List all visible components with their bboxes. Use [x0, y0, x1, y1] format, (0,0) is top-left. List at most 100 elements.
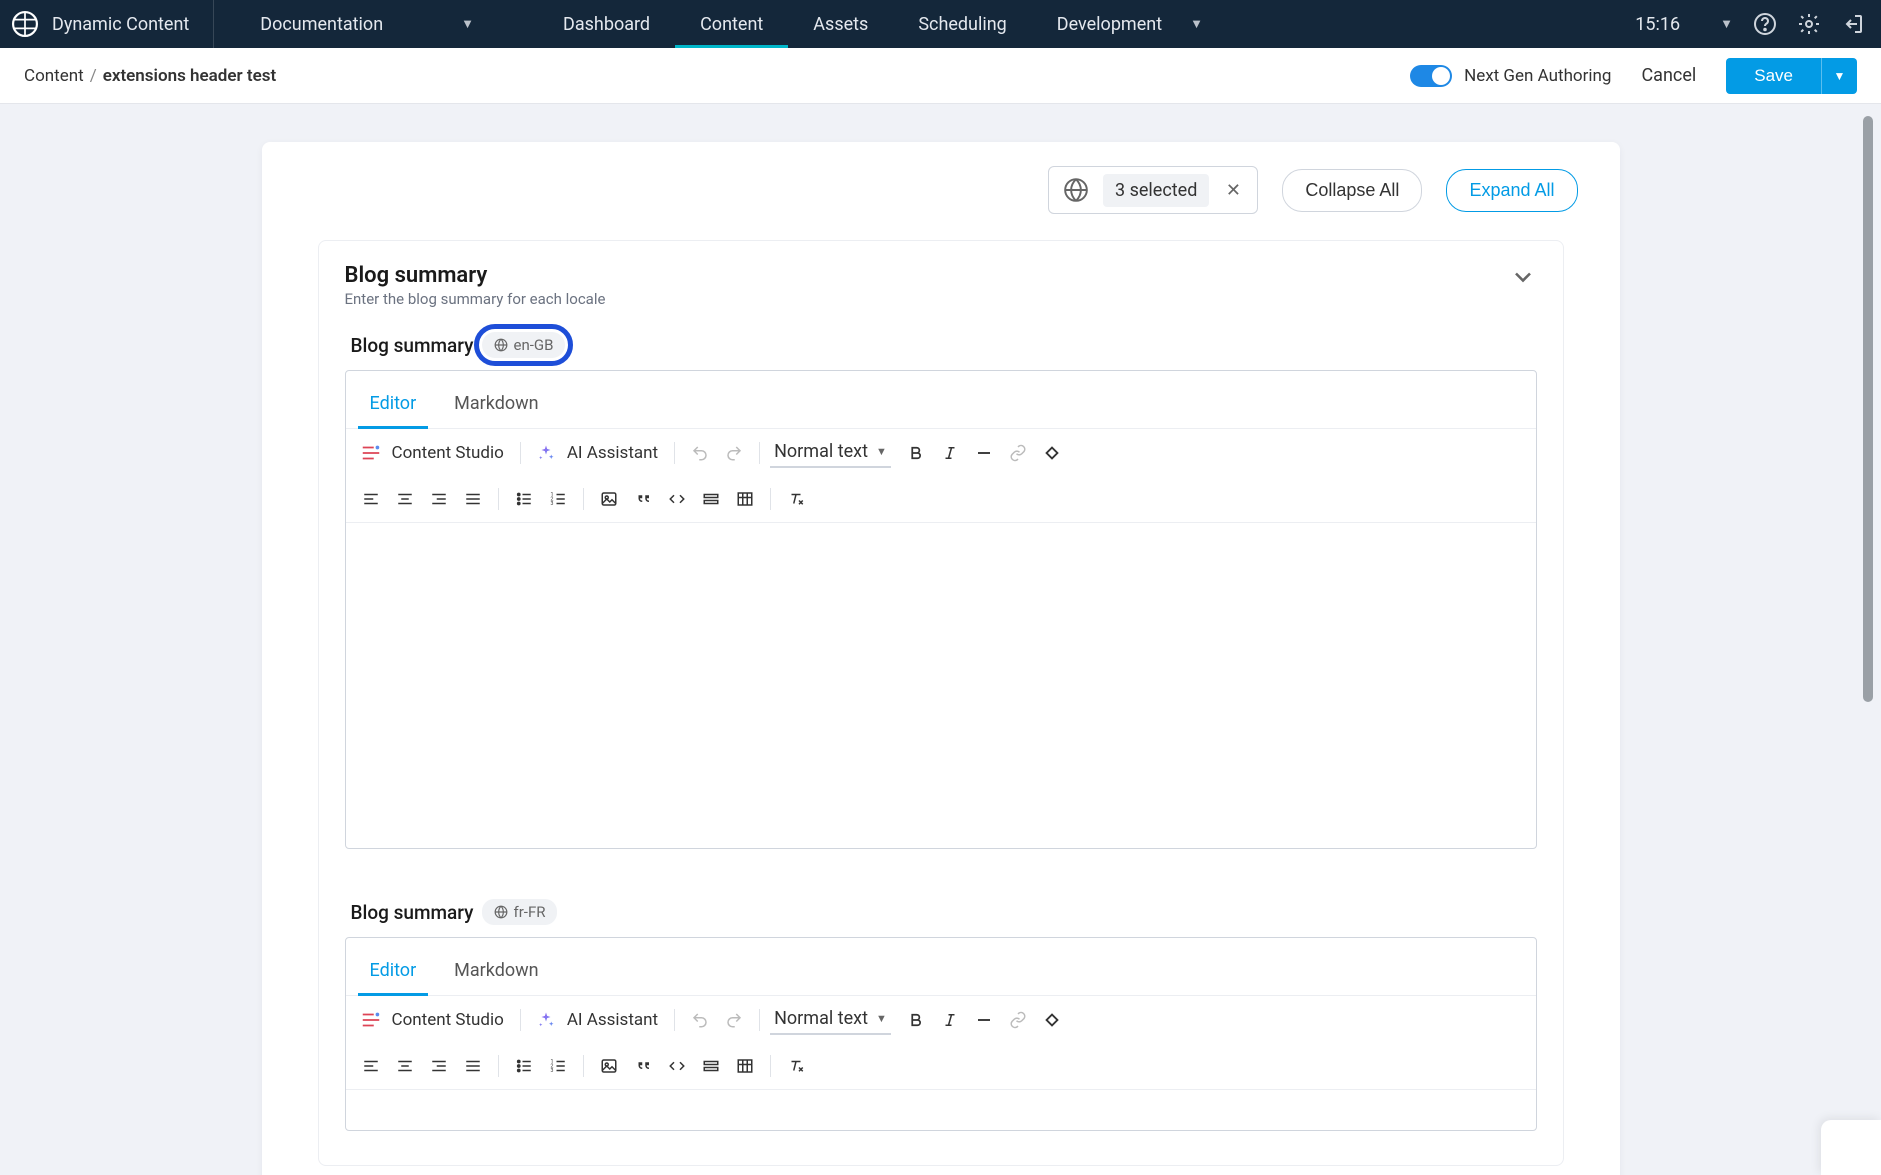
- development-label: Development: [1057, 14, 1162, 35]
- hr-icon[interactable]: [969, 438, 999, 468]
- chevron-down-icon: ▼: [1190, 16, 1203, 32]
- tab-development[interactable]: Development ▼: [1032, 0, 1228, 48]
- tab-markdown[interactable]: Markdown: [448, 379, 544, 428]
- italic-icon[interactable]: [935, 438, 965, 468]
- selected-count-chip: 3 selected: [1103, 174, 1209, 207]
- tab-editor[interactable]: Editor: [364, 379, 423, 428]
- clear-format-icon[interactable]: [781, 484, 811, 514]
- ai-sparkle-icon[interactable]: [531, 438, 561, 468]
- code-icon[interactable]: [662, 484, 692, 514]
- align-right-icon[interactable]: [424, 1051, 454, 1081]
- redo-icon[interactable]: [719, 438, 749, 468]
- numbered-list-icon[interactable]: 123: [543, 484, 573, 514]
- align-justify-icon[interactable]: [458, 484, 488, 514]
- project-label: Documentation: [260, 14, 383, 35]
- undo-icon[interactable]: [685, 438, 715, 468]
- codeblock-icon[interactable]: [696, 1051, 726, 1081]
- cancel-button[interactable]: Cancel: [1641, 65, 1696, 86]
- hr-icon[interactable]: [969, 1005, 999, 1035]
- align-justify-icon[interactable]: [458, 1051, 488, 1081]
- section-collapse-icon[interactable]: [1509, 263, 1537, 291]
- bullet-list-icon[interactable]: [509, 484, 539, 514]
- link-icon[interactable]: [1003, 1005, 1033, 1035]
- format-label: Normal text: [774, 1008, 868, 1029]
- breadcrumb-root[interactable]: Content: [24, 66, 84, 86]
- bullet-list-icon[interactable]: [509, 1051, 539, 1081]
- align-center-icon[interactable]: [390, 484, 420, 514]
- divider: [759, 442, 760, 464]
- ai-assistant-button[interactable]: AI Assistant: [567, 1010, 658, 1030]
- divider: [759, 1009, 760, 1031]
- content-studio-button[interactable]: Content Studio: [392, 1010, 504, 1030]
- field-blog-summary-en-gb: Blog summary en-GB Editor Markdown: [345, 332, 1537, 849]
- clock-widget[interactable]: 15:16 ▼: [1635, 14, 1733, 35]
- content-studio-button[interactable]: Content Studio: [392, 443, 504, 463]
- quote-icon[interactable]: [628, 484, 658, 514]
- locale-chip-fr-fr[interactable]: fr-FR: [482, 899, 558, 925]
- table-icon[interactable]: [730, 484, 760, 514]
- chevron-down-icon: ▼: [876, 1012, 887, 1025]
- align-center-icon[interactable]: [390, 1051, 420, 1081]
- anchor-icon[interactable]: [1037, 438, 1067, 468]
- align-left-icon[interactable]: [356, 484, 386, 514]
- nav-right: 15:16 ▼: [1635, 12, 1881, 36]
- ai-assistant-button[interactable]: AI Assistant: [567, 443, 658, 463]
- section-title: Blog summary: [345, 263, 606, 288]
- clear-selection-icon[interactable]: ✕: [1223, 180, 1243, 200]
- clear-format-icon[interactable]: [781, 1051, 811, 1081]
- image-icon[interactable]: [594, 484, 624, 514]
- tab-scheduling[interactable]: Scheduling: [893, 0, 1031, 48]
- locale-selector[interactable]: 3 selected ✕: [1048, 166, 1258, 214]
- expand-all-button[interactable]: Expand All: [1446, 169, 1577, 212]
- field-label: Blog summary: [351, 901, 474, 924]
- undo-icon[interactable]: [685, 1005, 715, 1035]
- breadcrumb-separator: /: [90, 66, 97, 86]
- tab-dashboard[interactable]: Dashboard: [538, 0, 675, 48]
- editor-toolbar: Content Studio AI Assistant Normal text …: [346, 429, 1536, 523]
- project-selector[interactable]: Documentation ▼: [236, 0, 498, 48]
- divider: [498, 488, 499, 510]
- quote-icon[interactable]: [628, 1051, 658, 1081]
- content-studio-icon[interactable]: [356, 1005, 386, 1035]
- help-icon[interactable]: [1753, 12, 1777, 36]
- save-button[interactable]: Save: [1726, 58, 1821, 94]
- table-icon[interactable]: [730, 1051, 760, 1081]
- redo-icon[interactable]: [719, 1005, 749, 1035]
- align-left-icon[interactable]: [356, 1051, 386, 1081]
- divider: [674, 442, 675, 464]
- italic-icon[interactable]: [935, 1005, 965, 1035]
- code-icon[interactable]: [662, 1051, 692, 1081]
- content-studio-icon[interactable]: [356, 438, 386, 468]
- text-format-select[interactable]: Normal text ▼: [770, 1004, 891, 1035]
- brand-name: Dynamic Content: [52, 14, 189, 35]
- logout-icon[interactable]: [1841, 12, 1865, 36]
- gear-icon[interactable]: [1797, 12, 1821, 36]
- anchor-icon[interactable]: [1037, 1005, 1067, 1035]
- codeblock-icon[interactable]: [696, 484, 726, 514]
- divider: [583, 1055, 584, 1077]
- numbered-list-icon[interactable]: 123: [543, 1051, 573, 1081]
- authoring-toggle[interactable]: [1410, 65, 1452, 87]
- ai-sparkle-icon[interactable]: [531, 1005, 561, 1035]
- page-card: 3 selected ✕ Collapse All Expand All Blo…: [262, 142, 1620, 1175]
- editor-textarea[interactable]: [346, 1090, 1536, 1130]
- authoring-toggle-group: Next Gen Authoring: [1410, 65, 1611, 87]
- bold-icon[interactable]: [901, 438, 931, 468]
- tab-assets[interactable]: Assets: [788, 0, 893, 48]
- save-dropdown-button[interactable]: ▼: [1821, 58, 1857, 94]
- scrollbar-thumb[interactable]: [1863, 116, 1873, 702]
- locale-chip-en-gb[interactable]: en-GB: [482, 332, 566, 358]
- editor-toolbar: Content Studio AI Assistant Normal text …: [346, 996, 1536, 1090]
- help-widget[interactable]: [1821, 1120, 1881, 1175]
- text-format-select[interactable]: Normal text ▼: [770, 437, 891, 468]
- tab-content[interactable]: Content: [675, 0, 788, 48]
- align-right-icon[interactable]: [424, 484, 454, 514]
- collapse-all-button[interactable]: Collapse All: [1282, 169, 1422, 212]
- editor-textarea[interactable]: [346, 523, 1536, 848]
- image-icon[interactable]: [594, 1051, 624, 1081]
- link-icon[interactable]: [1003, 438, 1033, 468]
- tab-editor[interactable]: Editor: [364, 946, 423, 995]
- bold-icon[interactable]: [901, 1005, 931, 1035]
- scrollbar[interactable]: [1863, 116, 1873, 1163]
- tab-markdown[interactable]: Markdown: [448, 946, 544, 995]
